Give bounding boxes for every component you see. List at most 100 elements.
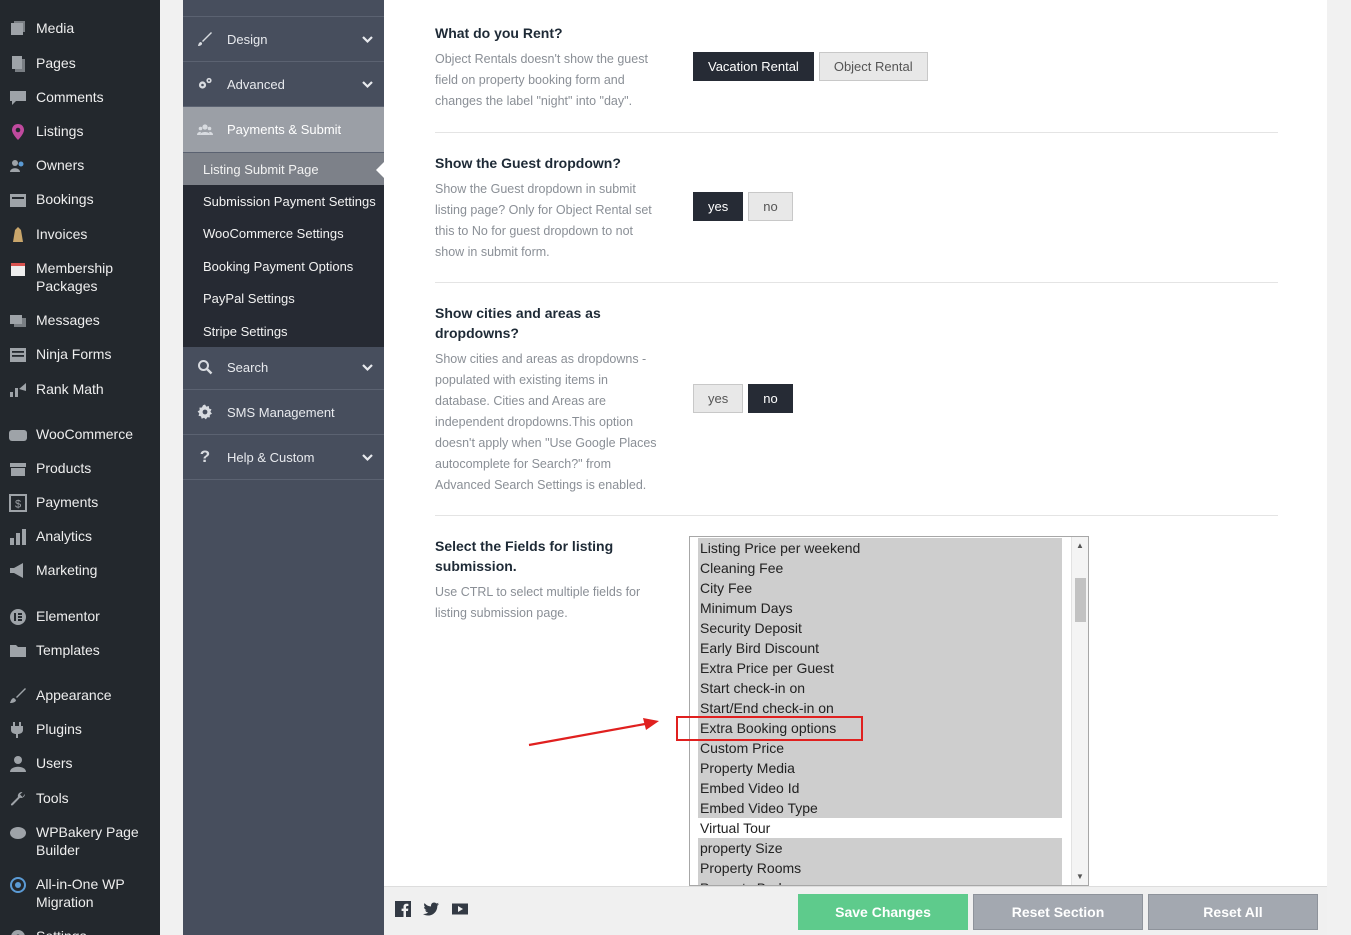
wp-menu-templates[interactable]: Templates — [0, 641, 160, 659]
nav-section-payments-submit[interactable]: Payments & Submit — [183, 107, 384, 153]
cities-yes-button[interactable]: yes — [693, 384, 744, 413]
wp-menu-pages[interactable]: Pages — [0, 54, 160, 72]
elementor-icon — [0, 607, 36, 626]
wrench-icon — [0, 789, 36, 808]
nav-section-search[interactable]: Search — [183, 345, 384, 390]
multiselect-option[interactable]: Extra Price per Guest — [698, 658, 1062, 678]
wp-menu-listings[interactable]: Listings — [0, 122, 160, 140]
option-title: What do you Rent? — [435, 25, 563, 41]
multiselect-option[interactable]: Start/End check-in on — [698, 698, 1062, 718]
wp-menu-label: Appearance — [36, 687, 112, 703]
reset-all-button[interactable]: Reset All — [1148, 894, 1318, 930]
facebook-icon[interactable] — [395, 901, 411, 917]
wp-menu-label: Marketing — [36, 562, 98, 578]
multiselect-option[interactable]: Property Bedrooms — [698, 878, 1062, 885]
wp-menu-label: Users — [36, 755, 73, 771]
vacation-rental-button[interactable]: Vacation Rental — [693, 52, 814, 81]
wp-menu-ninja-forms[interactable]: Ninja Forms — [0, 345, 160, 363]
wp-menu-invoices[interactable]: Invoices — [0, 225, 160, 243]
nav-section-design[interactable]: Design — [183, 17, 384, 62]
gap — [160, 0, 183, 935]
wp-menu-label: Pages — [36, 55, 76, 71]
wp-menu-bookings[interactable]: Bookings — [0, 190, 160, 208]
multiselect-scrollbar[interactable]: ▲ ▼ — [1071, 537, 1088, 885]
subnav-woocommerce-settings[interactable]: WooCommerce Settings — [183, 218, 384, 250]
multiselect-option[interactable]: Property Rooms — [698, 858, 1062, 878]
wp-menu-plugins[interactable]: Plugins — [0, 720, 160, 738]
chevron-down-icon — [350, 33, 384, 46]
nav-section-label: Help & Custom — [227, 449, 315, 465]
multiselect-option[interactable]: Custom Price — [698, 738, 1062, 758]
multiselect-option[interactable]: Virtual Tour — [698, 818, 1062, 838]
multiselect-option[interactable]: Early Bird Discount — [698, 638, 1062, 658]
guest-yes-button[interactable]: yes — [693, 192, 744, 221]
wp-menu-payments[interactable]: $ Payments — [0, 493, 160, 512]
invoices-icon — [0, 225, 36, 244]
multiselect-option[interactable]: Security Deposit — [698, 618, 1062, 638]
wp-menu-rank-math[interactable]: Rank Math — [0, 380, 160, 398]
pin-icon — [0, 122, 36, 141]
nav-section-help-custom[interactable]: ? Help & Custom — [183, 435, 384, 480]
multiselect-option[interactable]: Cleaning Fee — [698, 558, 1062, 578]
object-rental-button[interactable]: Object Rental — [818, 52, 928, 81]
subnav-listing-submit-page[interactable]: Listing Submit Page — [183, 153, 384, 186]
forms-icon — [0, 345, 36, 364]
comments-icon — [0, 88, 36, 107]
wp-menu-owners[interactable]: Owners — [0, 156, 160, 174]
wp-menu-messages[interactable]: Messages — [0, 311, 160, 329]
wp-menu-label: Invoices — [36, 226, 88, 242]
multiselect-option[interactable]: Embed Video Type — [698, 798, 1062, 818]
products-icon — [0, 459, 36, 478]
wp-menu-tools[interactable]: Tools — [0, 789, 160, 807]
cities-no-button[interactable]: no — [748, 384, 793, 413]
wp-menu-woocommerce[interactable]: WooCommerce — [0, 425, 160, 443]
multiselect-option[interactable]: Listing Price per weekend — [698, 538, 1062, 558]
wp-menu-wpbakery-page-builder[interactable]: WPBakery Page Builder — [0, 823, 160, 859]
nav-section-prev[interactable] — [183, 0, 384, 17]
multiselect-option[interactable]: property Size — [698, 838, 1062, 858]
wp-menu-membership-packages[interactable]: Membership Packages — [0, 259, 160, 295]
calendar-icon — [0, 259, 36, 278]
multiselect-option[interactable]: Minimum Days — [698, 598, 1062, 618]
nav-section-sms-management[interactable]: SMS Management — [183, 390, 384, 435]
wp-menu-media[interactable]: Media — [0, 19, 160, 37]
wp-menu-products[interactable]: Products — [0, 459, 160, 477]
wp-menu-settings[interactable]: Settings — [0, 927, 160, 935]
wp-menu-label: All-in-One WP Migration — [36, 876, 125, 910]
save-changes-button[interactable]: Save Changes — [798, 894, 968, 930]
multiselect-option[interactable]: City Fee — [698, 578, 1062, 598]
wp-menu-label: Tools — [36, 790, 69, 806]
subnav-stripe-settings[interactable]: Stripe Settings — [183, 315, 384, 347]
subnav-booking-payment-options[interactable]: Booking Payment Options — [183, 250, 384, 282]
megaphone-icon — [0, 561, 36, 580]
nav-section-label: Payments & Submit — [227, 122, 342, 137]
wp-menu-all-in-one-wp-migration[interactable]: All-in-One WP Migration — [0, 875, 160, 911]
wp-menu-analytics[interactable]: Analytics — [0, 527, 160, 545]
subnav-submission-payment-settings[interactable]: Submission Payment Settings — [183, 185, 384, 217]
reset-section-button[interactable]: Reset Section — [973, 894, 1143, 930]
twitter-icon[interactable] — [423, 901, 439, 917]
analytics-icon — [0, 527, 36, 546]
wp-menu-appearance[interactable]: Appearance — [0, 686, 160, 704]
wp-menu-label: WooCommerce — [36, 426, 133, 442]
scroll-thumb[interactable] — [1075, 578, 1086, 622]
multiselect-option[interactable]: Property Media — [698, 758, 1062, 778]
multiselect-option[interactable]: Embed Video Id — [698, 778, 1062, 798]
submission-fields-multiselect[interactable]: Property BedroomsProperty Roomsproperty … — [689, 536, 1089, 886]
plugin-icon — [0, 720, 36, 739]
wp-menu-marketing[interactable]: Marketing — [0, 561, 160, 579]
scroll-up-arrow-icon[interactable]: ▲ — [1076, 541, 1084, 550]
wp-menu-comments[interactable]: Comments — [0, 88, 160, 106]
media-icon — [0, 19, 36, 38]
youtube-icon[interactable] — [452, 901, 468, 917]
multiselect-option[interactable]: Start check-in on — [698, 678, 1062, 698]
nav-section-label: SMS Management — [227, 404, 335, 420]
wp-menu-elementor[interactable]: Elementor — [0, 607, 160, 625]
subnav-paypal-settings[interactable]: PayPal Settings — [183, 283, 384, 315]
guest-dropdown-toggle: yes no — [693, 192, 798, 221]
wp-menu-users[interactable]: Users — [0, 754, 160, 772]
guest-no-button[interactable]: no — [748, 192, 793, 221]
nav-section-advanced[interactable]: Advanced — [183, 62, 384, 107]
dollar-icon: $ — [0, 493, 36, 512]
scroll-down-arrow-icon[interactable]: ▼ — [1076, 872, 1084, 881]
